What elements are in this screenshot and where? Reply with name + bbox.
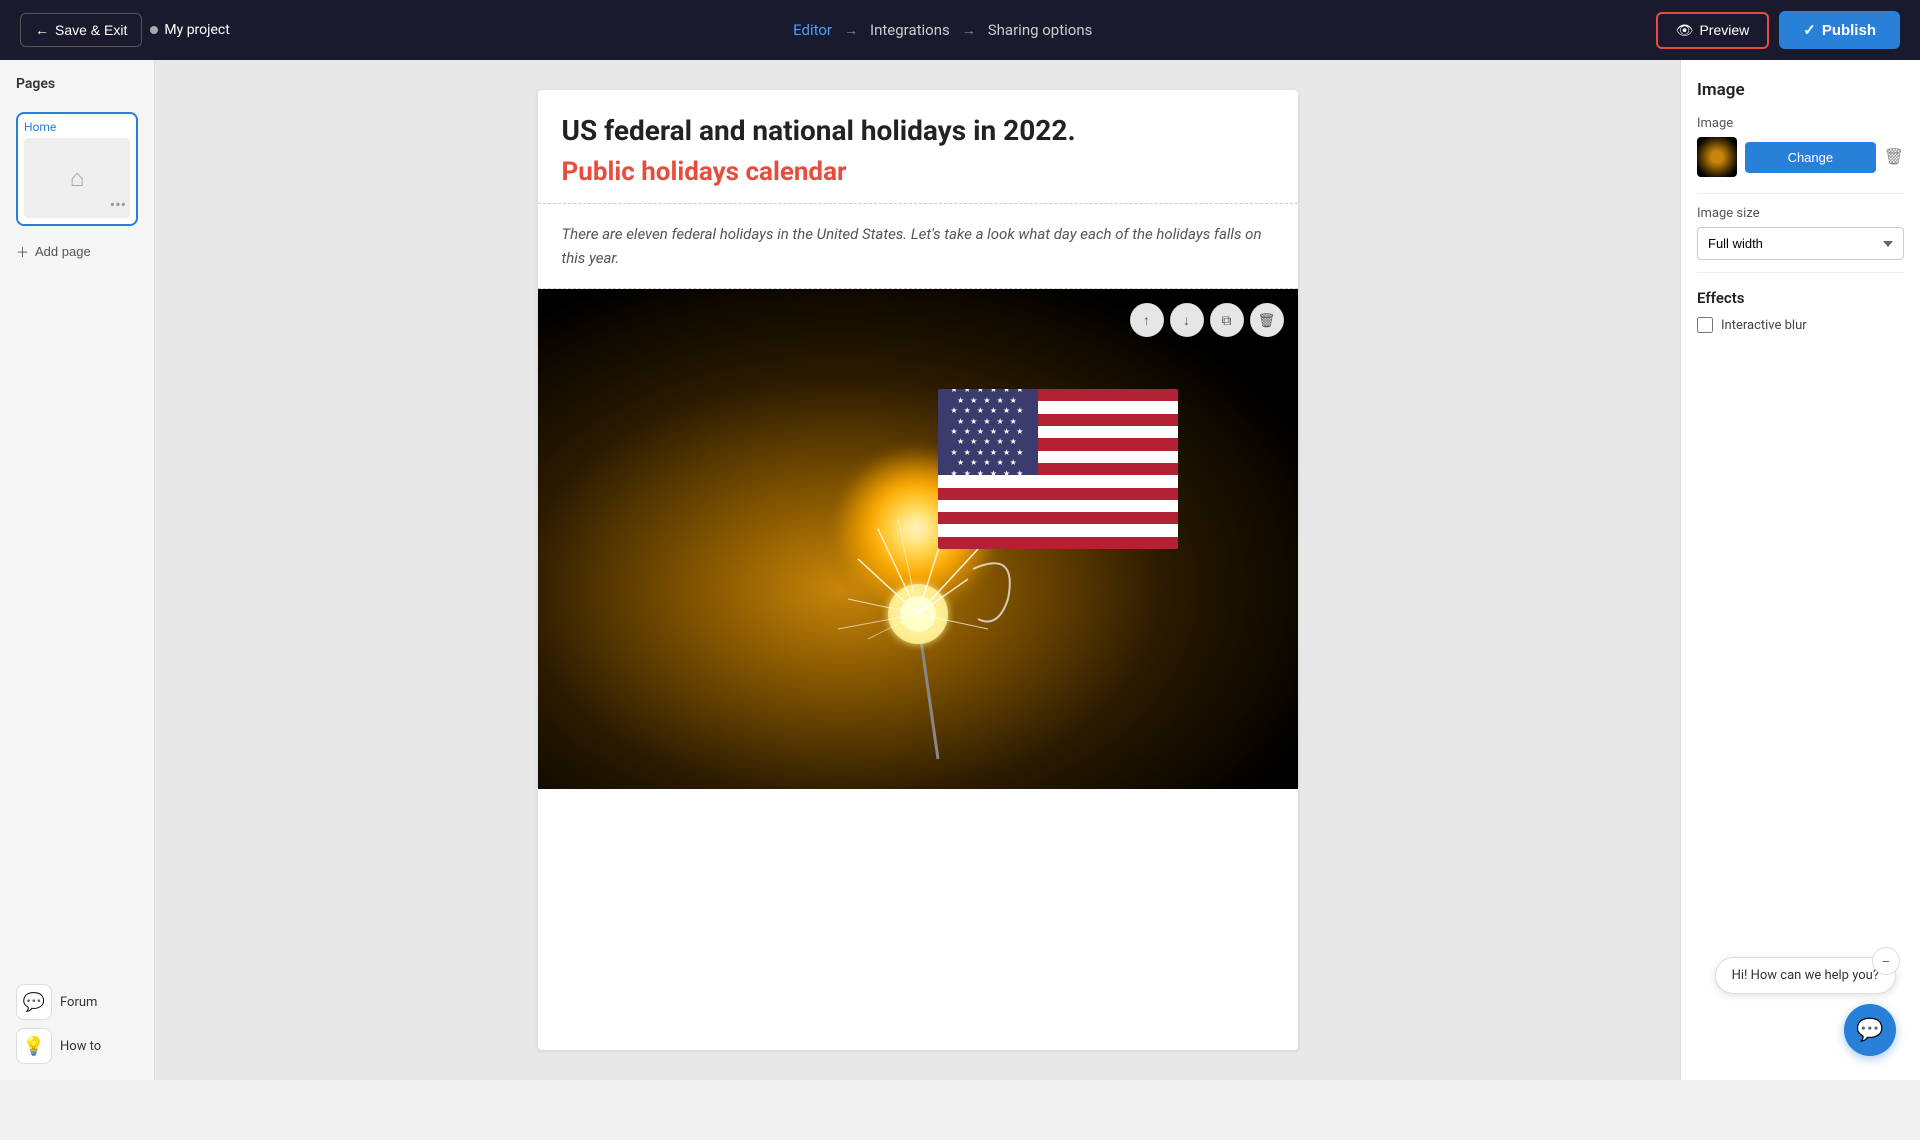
nav-steps: Editor → Integrations → Sharing options [793,21,1092,39]
trash-icon: 🗑 [1258,312,1276,329]
chat-minimize-button[interactable]: − [1872,947,1900,975]
home-label: Home [24,120,130,134]
add-page-label: Add page [35,244,91,259]
image-label: Image [1697,116,1904,131]
nav-left: ← Save & Exit My project [20,13,230,47]
delete-image-button[interactable]: 🗑 [1884,147,1904,167]
arrow-1: → [844,22,858,39]
bottom-helpers: 💬 Forum 💡 How to [16,984,138,1064]
divider-2 [1697,272,1904,273]
copy-button[interactable]: ⧉ [1210,303,1244,337]
article-title-sub: Public holidays calendar [562,157,1274,187]
chat-bubble: Hi! How can we help you? [1715,957,1896,994]
publish-button[interactable]: ✓ Publish [1779,11,1900,49]
image-block: ★ ★ ★ ★ ★ ★★ ★ ★ ★ ★★ ★ ★ ★ ★ ★★ ★ ★ ★ ★… [538,289,1298,789]
divider-1 [1697,193,1904,194]
eye-icon: 👁 [1676,22,1694,39]
top-navigation: ← Save & Exit My project Editor → Integr… [0,0,1920,60]
forum-helper[interactable]: 💬 Forum [16,984,138,1020]
step-sharing[interactable]: Sharing options [988,21,1093,39]
image-size-label: Image size [1697,206,1904,221]
image-size-select[interactable]: Full width Large Medium Small [1697,227,1904,260]
step-integrations[interactable]: Integrations [870,21,950,39]
home-icon: ⌂ [70,164,85,193]
effects-title: Effects [1697,289,1904,307]
publish-label: Publish [1822,22,1876,39]
project-dot [150,26,158,34]
image-placeholder: ★ ★ ★ ★ ★ ★★ ★ ★ ★ ★★ ★ ★ ★ ★ ★★ ★ ★ ★ ★… [538,289,1298,789]
interactive-blur-label[interactable]: Interactive blur [1721,318,1807,333]
page-more-icon[interactable]: ••• [110,195,126,214]
image-thumbnail [1697,137,1737,177]
arrow-2: → [962,22,976,39]
pages-title: Pages [16,76,138,92]
page-preview: ⌂ ••• [24,138,130,218]
step-editor[interactable]: Editor [793,21,832,39]
move-up-button[interactable]: ↑ [1130,303,1164,337]
image-thumb-inner [1697,137,1737,177]
arrow-down-icon: ↓ [1183,312,1190,328]
howto-label: How to [60,1039,101,1054]
content-area: US federal and national holidays in 2022… [155,60,1680,1080]
howto-helper[interactable]: 💡 How to [16,1028,138,1064]
image-actions: ↑ ↓ ⧉ 🗑 [1130,303,1284,337]
article-card: US federal and national holidays in 2022… [538,90,1298,1050]
save-exit-label: Save & Exit [55,22,127,38]
checkmark-icon: ✓ [1803,21,1816,39]
project-name-label: My project [164,22,229,38]
chat-bubble-container: − Hi! How can we help you? [1715,957,1896,994]
home-page-card[interactable]: Home ⌂ ••• [16,112,138,226]
add-page-button[interactable]: ＋ Add page [16,238,138,265]
image-control-row: Change 🗑 [1697,137,1904,177]
panel-title: Image [1697,80,1904,100]
chat-messenger-icon: 💬 [1856,1018,1883,1043]
delete-button[interactable]: 🗑 [1250,303,1284,337]
left-sidebar: Pages Home ⌂ ••• ＋ Add page 💬 Forum 💡 [0,60,155,1080]
nav-right: 👁 Preview ✓ Publish [1656,11,1900,49]
chat-widget: − Hi! How can we help you? 💬 [1715,957,1896,1056]
forum-label: Forum [60,995,97,1010]
move-down-button[interactable]: ↓ [1170,303,1204,337]
preview-button[interactable]: 👁 Preview [1656,12,1770,49]
arrow-left-icon: ← [35,22,49,38]
change-image-button[interactable]: Change [1745,142,1876,173]
chat-open-button[interactable]: 💬 [1844,1004,1896,1056]
article-body-text: There are eleven federal holidays in the… [562,222,1274,270]
article-title-main: US federal and national holidays in 2022… [562,114,1274,147]
project-name: My project [150,22,229,38]
arrow-up-icon: ↑ [1143,312,1150,328]
forum-icon: 💬 [16,984,52,1020]
copy-icon: ⧉ [1222,312,1232,329]
plus-icon: ＋ [16,242,29,261]
article-body: There are eleven federal holidays in the… [538,204,1298,289]
right-sidebar: Image Image Change 🗑 Image size Full wid… [1680,60,1920,1080]
howto-icon: 💡 [16,1028,52,1064]
interactive-blur-checkbox[interactable] [1697,317,1713,333]
article-header: US federal and national holidays in 2022… [538,90,1298,204]
save-exit-button[interactable]: ← Save & Exit [20,13,142,47]
main-layout: Pages Home ⌂ ••• ＋ Add page 💬 Forum 💡 [0,60,1920,1080]
preview-label: Preview [1699,22,1749,38]
interactive-blur-row: Interactive blur [1697,317,1904,333]
american-flag: ★ ★ ★ ★ ★ ★★ ★ ★ ★ ★★ ★ ★ ★ ★ ★★ ★ ★ ★ ★… [938,389,1178,549]
chat-help-text: Hi! How can we help you? [1732,968,1879,983]
